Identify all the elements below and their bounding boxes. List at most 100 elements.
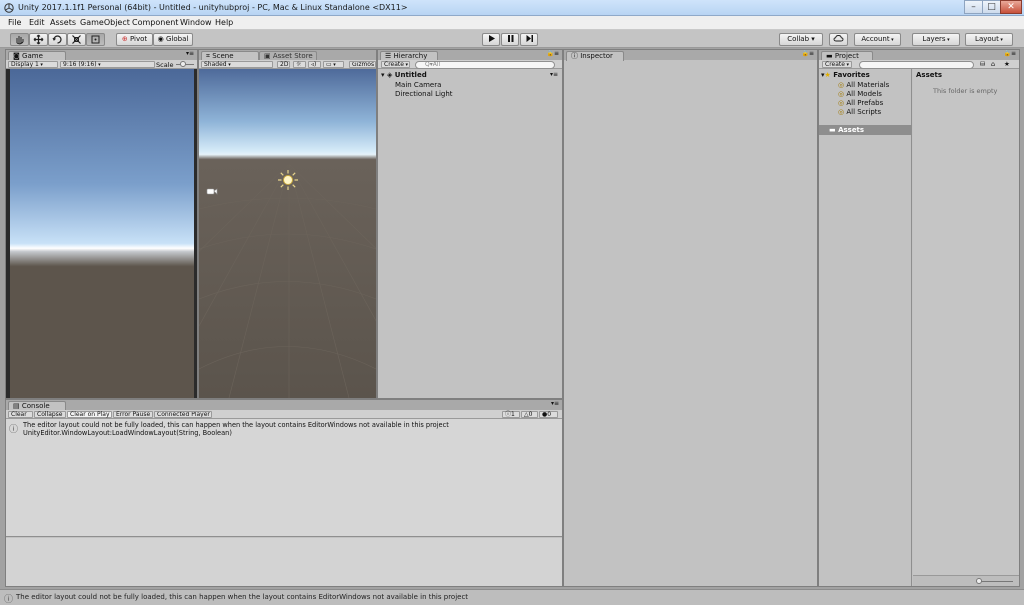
- game-view-canvas[interactable]: [6, 69, 197, 398]
- inspector-tab-label: Inspector: [580, 52, 613, 60]
- account-dropdown[interactable]: Account: [854, 33, 901, 46]
- console-error-filter[interactable]: ●0: [539, 411, 558, 418]
- console-clear-on-play-toggle[interactable]: Clear on Play: [67, 411, 112, 418]
- menu-gameobject[interactable]: GameObject: [80, 18, 130, 27]
- project-search-input[interactable]: [859, 61, 974, 69]
- menu-help[interactable]: Help: [215, 18, 233, 27]
- hierarchy-item-directional-light[interactable]: Directional Light: [395, 90, 453, 98]
- menu-assets[interactable]: Assets: [50, 18, 76, 27]
- console-warning-filter[interactable]: △0: [521, 411, 538, 418]
- favorite-item-all-materials[interactable]: ◎ All Materials: [838, 81, 889, 89]
- main-toolbar: ⊕ Pivot ◉ Global Collab ▾ Account Layers…: [0, 30, 1024, 48]
- shading-dropdown[interactable]: Shaded: [201, 61, 273, 68]
- icon-size-slider[interactable]: [977, 581, 1013, 582]
- move-tool-button[interactable]: [29, 33, 48, 46]
- menu-window[interactable]: Window: [180, 18, 212, 27]
- console-collapse-toggle[interactable]: Collapse: [34, 411, 66, 418]
- panel-menu-icon[interactable]: ▾≡: [186, 50, 194, 57]
- hierarchy-item-main-camera[interactable]: Main Camera: [395, 81, 441, 89]
- global-toggle[interactable]: ◉ Global: [153, 33, 193, 46]
- project-content: Assets This folder is empty: [913, 69, 1019, 586]
- favorite-label: All Materials: [846, 81, 890, 89]
- menu-file[interactable]: File: [8, 18, 21, 27]
- filter-by-label-icon[interactable]: ⌂: [991, 60, 995, 68]
- display-dropdown[interactable]: Display 1: [8, 61, 58, 68]
- console-info-filter[interactable]: ⓘ1: [502, 411, 520, 418]
- menu-component[interactable]: Component: [132, 18, 178, 27]
- scene-root-item[interactable]: ▾ ◈ Untitled: [381, 71, 427, 79]
- collab-dropdown[interactable]: Collab ▾: [779, 33, 823, 46]
- menu-edit[interactable]: Edit: [29, 18, 45, 27]
- step-button[interactable]: [520, 33, 538, 46]
- console-tab-label: Console: [21, 402, 50, 410]
- scene-effects-dropdown[interactable]: ▭: [323, 61, 344, 68]
- camera-gizmo-icon[interactable]: [206, 186, 218, 196]
- favorite-label: All Models: [846, 90, 882, 98]
- pivot-label: Pivot: [129, 35, 148, 43]
- close-window-button[interactable]: ✕: [1000, 0, 1022, 14]
- favorite-star-icon[interactable]: ★: [1004, 60, 1010, 68]
- hierarchy-search-placeholder: Q▾All: [425, 61, 441, 68]
- status-message: The editor layout could not be fully loa…: [16, 593, 469, 601]
- play-button[interactable]: [482, 33, 500, 46]
- console-detail-area[interactable]: [6, 538, 562, 586]
- inspector-lock-icon[interactable]: 🔒≡: [802, 50, 815, 57]
- star-icon: ★: [824, 71, 831, 79]
- scene-audio-toggle[interactable]: ◃): [308, 61, 321, 68]
- scene-lighting-toggle[interactable]: ☼: [293, 61, 306, 68]
- layers-label: Layers: [922, 35, 946, 43]
- rect-tool-button[interactable]: [86, 33, 105, 46]
- mode-2d-toggle[interactable]: 2D: [277, 61, 290, 68]
- console-clear-button[interactable]: Clear: [8, 411, 33, 418]
- project-tabstrip: ▬ Project 🔒≡: [819, 50, 1019, 61]
- tab-inspector[interactable]: ⓘ Inspector: [566, 51, 624, 61]
- scene-grid: [199, 163, 376, 398]
- project-panel: ▬ Project 🔒≡ Create ⛁ ⌂ ★ ▾★ Favorites ◎…: [818, 49, 1020, 587]
- status-bar[interactable]: ⓘ The editor layout could not be fully l…: [0, 589, 1024, 605]
- assets-folder-row[interactable]: ▬ Assets: [819, 125, 912, 135]
- layout-dropdown[interactable]: Layout: [965, 33, 1013, 46]
- project-lock-icon[interactable]: 🔒≡: [1004, 50, 1017, 57]
- layers-dropdown[interactable]: Layers: [912, 33, 960, 46]
- scene-panel: ⌗ Scene ▣ Asset Store Shaded 2D ☼ ◃) ▭ G…: [198, 49, 377, 399]
- hierarchy-tab-icon: ☰: [385, 52, 392, 60]
- connected-player-label: Connected Player: [157, 411, 210, 418]
- directional-light-gizmo-icon[interactable]: [277, 169, 299, 191]
- scene-view-canvas[interactable]: [199, 69, 376, 398]
- favorite-label: All Prefabs: [846, 99, 884, 107]
- scale-slider-thumb[interactable]: [180, 61, 186, 67]
- favorites-header[interactable]: ▾★ Favorites: [821, 71, 870, 79]
- hierarchy-create-dropdown[interactable]: Create: [381, 61, 410, 68]
- console-menu-icon[interactable]: ▾≡: [551, 400, 559, 407]
- inspector-tabstrip: ⓘ Inspector 🔒≡: [564, 50, 817, 61]
- console-log-entry[interactable]: ⓘ The editor layout could not be fully l…: [6, 420, 562, 438]
- hierarchy-lock-icon[interactable]: 🔒≡: [547, 50, 560, 57]
- gizmos-dropdown[interactable]: Gizmos: [349, 61, 376, 68]
- connected-player-dropdown[interactable]: Connected Player: [154, 411, 212, 418]
- hierarchy-search-input[interactable]: Q▾All: [415, 61, 555, 69]
- maximize-button[interactable]: □: [982, 0, 1001, 14]
- favorite-item-all-prefabs[interactable]: ◎ All Prefabs: [838, 99, 883, 107]
- scene-controls-bar: Shaded 2D ☼ ◃) ▭ Gizmos: [199, 60, 376, 69]
- cloud-icon: [833, 35, 844, 42]
- scene-tabstrip: ⌗ Scene ▣ Asset Store: [199, 50, 376, 61]
- pause-button[interactable]: [501, 33, 519, 46]
- icon-size-slider-thumb[interactable]: [976, 578, 982, 584]
- favorite-item-all-scripts[interactable]: ◎ All Scripts: [838, 108, 881, 116]
- cloud-button[interactable]: [829, 33, 848, 46]
- minimize-button[interactable]: –: [964, 0, 983, 14]
- project-create-label: Create: [825, 61, 845, 68]
- scale-tool-button[interactable]: [67, 33, 86, 46]
- project-create-dropdown[interactable]: Create: [822, 61, 852, 68]
- pivot-toggle[interactable]: ⊕ Pivot: [116, 33, 153, 46]
- filter-by-type-icon[interactable]: ⛁: [980, 60, 985, 68]
- rotate-tool-button[interactable]: [48, 33, 67, 46]
- scene-options-icon[interactable]: ▾≡: [550, 71, 558, 78]
- console-log-list: ⓘ The editor layout could not be fully l…: [6, 419, 562, 537]
- scene-tab-icon: ⌗: [206, 52, 210, 60]
- hand-tool-button[interactable]: [10, 33, 29, 46]
- favorite-item-all-models[interactable]: ◎ All Models: [838, 90, 882, 98]
- aspect-dropdown[interactable]: 9:16 (9:16): [60, 61, 155, 68]
- game-tabstrip: ◙ Game ▾≡: [6, 50, 197, 61]
- console-error-pause-toggle[interactable]: Error Pause: [113, 411, 153, 418]
